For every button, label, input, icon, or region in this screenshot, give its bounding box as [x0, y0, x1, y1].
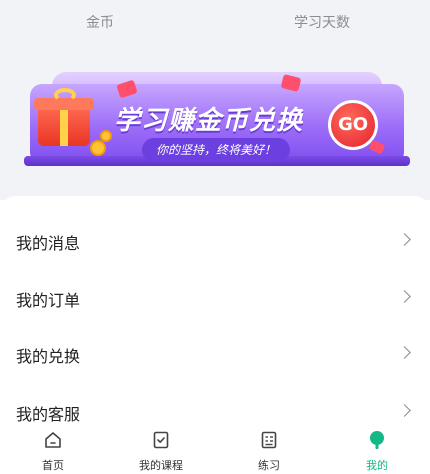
coins-label[interactable]: 金币 — [86, 12, 114, 32]
chevron-right-icon — [398, 233, 411, 246]
tab-home[interactable]: 首页 — [13, 426, 93, 474]
menu-list: 我的消息 我的订单 我的兑换 我的客服 — [0, 196, 430, 426]
coin-exchange-banner[interactable]: 学习赚金币兑换 你的坚持，终将美好！ GO — [24, 72, 410, 166]
tab-label: 我的课程 — [139, 459, 183, 472]
course-icon — [153, 431, 169, 449]
menu-item-orders[interactable]: 我的订单 — [0, 270, 430, 326]
home-icon — [45, 432, 61, 448]
bottom-tab-bar: 首页 我的课程 练习 我的 — [0, 426, 430, 474]
study-days-label[interactable]: 学习天数 — [294, 12, 350, 32]
chevron-right-icon — [398, 290, 411, 303]
chevron-right-icon — [398, 346, 411, 359]
coin-icon — [100, 130, 112, 142]
chevron-right-icon — [398, 404, 411, 417]
practice-icon — [261, 431, 277, 449]
menu-item-label: 我的消息 — [16, 234, 81, 253]
menu-item-label: 我的客服 — [16, 405, 81, 424]
tab-label: 练习 — [258, 459, 280, 472]
tab-my-courses[interactable]: 我的课程 — [121, 426, 201, 474]
banner-title: 学习赚金币兑换 — [114, 106, 304, 136]
banner-subtitle: 你的坚持，终将美好！ — [142, 138, 291, 162]
menu-item-messages[interactable]: 我的消息 — [0, 213, 430, 269]
menu-item-label: 我的订单 — [16, 291, 81, 310]
tab-label: 我的 — [366, 459, 388, 472]
tab-practice[interactable]: 练习 — [229, 426, 309, 474]
coin-icon — [90, 140, 106, 156]
tab-me[interactable]: 我的 — [337, 426, 417, 474]
profile-icon — [370, 431, 384, 449]
go-button[interactable]: GO — [328, 100, 378, 150]
stats-row: 金币 学习天数 — [0, 0, 430, 44]
top-summary-area: 金币 学习天数 学习赚金币兑换 你的坚持，终将美好！ GO — [0, 0, 430, 200]
gift-box-icon — [34, 88, 112, 156]
menu-item-label: 我的兑换 — [16, 347, 81, 366]
tab-label: 首页 — [42, 459, 64, 472]
menu-item-exchanges[interactable]: 我的兑换 — [0, 326, 430, 382]
